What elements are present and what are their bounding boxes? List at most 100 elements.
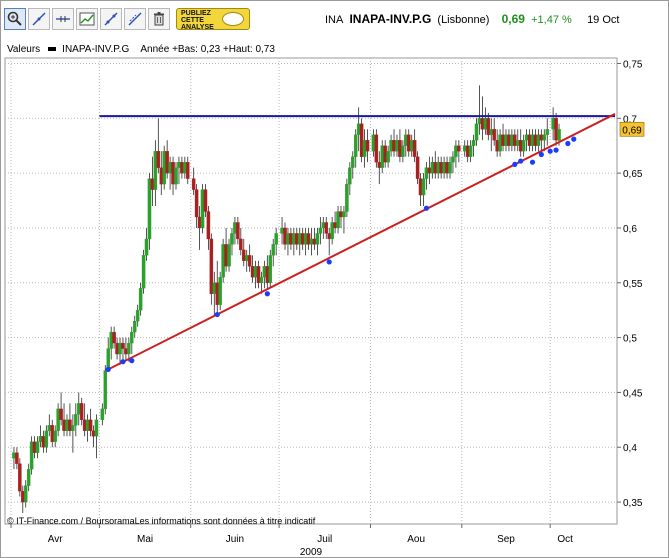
candle-body — [41, 436, 46, 448]
x-tick-label: Avr — [48, 534, 63, 545]
candle-body — [451, 156, 455, 163]
candle-body — [174, 167, 178, 185]
candle-body — [292, 233, 296, 245]
candle-body — [377, 162, 382, 168]
candle-body — [289, 233, 293, 245]
candle-body — [398, 140, 402, 157]
candle-body — [407, 134, 411, 152]
trendline-touch-point — [423, 205, 430, 211]
candle-body — [65, 419, 69, 431]
candle-body — [477, 118, 482, 124]
candle-body — [59, 408, 63, 420]
y-tick-label: 0,35 — [623, 498, 643, 509]
candle-body — [480, 118, 485, 130]
candle-body — [401, 145, 405, 157]
candle-body — [35, 441, 40, 453]
x-tick-label: Juin — [226, 534, 244, 545]
candle-body — [365, 140, 370, 152]
candle-body — [91, 430, 96, 437]
candle-body — [274, 233, 278, 245]
candle-body — [147, 178, 152, 240]
candle-body — [300, 233, 305, 245]
candle-body — [424, 167, 429, 179]
candle-body — [150, 178, 155, 190]
candle-body — [418, 178, 423, 196]
candle-body — [127, 342, 131, 355]
x-tick-label: Mai — [137, 534, 153, 545]
candle-body — [124, 348, 128, 355]
trendline-touch-point — [538, 151, 544, 158]
trendline-touch-point — [518, 158, 524, 164]
candle-body — [171, 162, 175, 185]
candle-body — [380, 145, 384, 168]
candle-body — [68, 419, 72, 431]
candle-body — [183, 162, 187, 174]
candle-body — [395, 140, 399, 152]
candle-body — [297, 233, 302, 245]
candle-body — [518, 140, 523, 152]
candle-body — [433, 162, 438, 174]
candle-body — [159, 167, 164, 185]
candle-body — [224, 244, 228, 267]
y-tick-label: 0,55 — [623, 279, 643, 290]
candle-body — [244, 255, 249, 261]
candle-body — [203, 189, 208, 212]
candle-body — [510, 134, 514, 146]
trendline-touch-point — [105, 366, 111, 372]
candle-body — [268, 255, 273, 283]
trendline-touch-point — [214, 311, 220, 318]
candle-body — [71, 425, 75, 431]
candle-body — [130, 331, 134, 344]
candle-body — [186, 162, 190, 179]
candle-body — [74, 414, 78, 426]
candle-body — [359, 123, 364, 157]
candle-body — [144, 238, 149, 256]
candle-body — [513, 134, 517, 146]
candle-body — [530, 134, 535, 146]
candle-body — [489, 129, 494, 135]
trendline-touch-point — [571, 136, 577, 142]
candle-body — [318, 227, 323, 234]
trendline-touch-point — [326, 259, 332, 265]
candle-body — [206, 211, 211, 240]
candle-body — [259, 277, 264, 283]
candle-body — [156, 151, 161, 168]
trendline-touch-point — [553, 147, 559, 153]
candle-body — [118, 342, 122, 355]
candle-body — [498, 134, 502, 152]
candle-body — [115, 342, 119, 355]
candle-body — [551, 118, 555, 130]
candle-body — [465, 145, 470, 157]
candle-body — [351, 156, 355, 168]
x-tick-label: Oct — [557, 534, 573, 545]
candle-body — [23, 485, 28, 503]
candle-body — [524, 134, 529, 141]
price-chart[interactable]: 0,750,70,650,60,550,50,450,40,35Avr Mai Ju… — [0, 0, 669, 558]
candle-body — [409, 140, 414, 152]
candle-body — [545, 129, 549, 135]
candle-body — [445, 162, 449, 174]
trendline-touch-point — [264, 291, 270, 297]
candle-body — [303, 233, 308, 245]
candle-body — [103, 370, 108, 410]
candle-body — [557, 129, 561, 141]
candle-body — [504, 134, 508, 146]
candle-body — [330, 222, 334, 240]
year-label: 2009 — [300, 547, 323, 558]
candle-body — [353, 134, 358, 157]
candle-body — [471, 140, 476, 146]
candle-body — [256, 266, 261, 283]
candle-body — [132, 321, 137, 333]
candle-body — [227, 244, 231, 267]
candle-body — [18, 463, 22, 492]
candle-body — [62, 419, 66, 431]
candle-body — [527, 134, 532, 146]
y-tick-label: 0,4 — [623, 443, 637, 454]
candle-body — [339, 211, 343, 218]
candle-body — [539, 134, 544, 141]
candle-body — [383, 145, 387, 163]
candle-body — [462, 145, 467, 152]
candle-body — [412, 140, 417, 157]
candle-body — [309, 238, 314, 245]
candle-body — [191, 178, 196, 190]
